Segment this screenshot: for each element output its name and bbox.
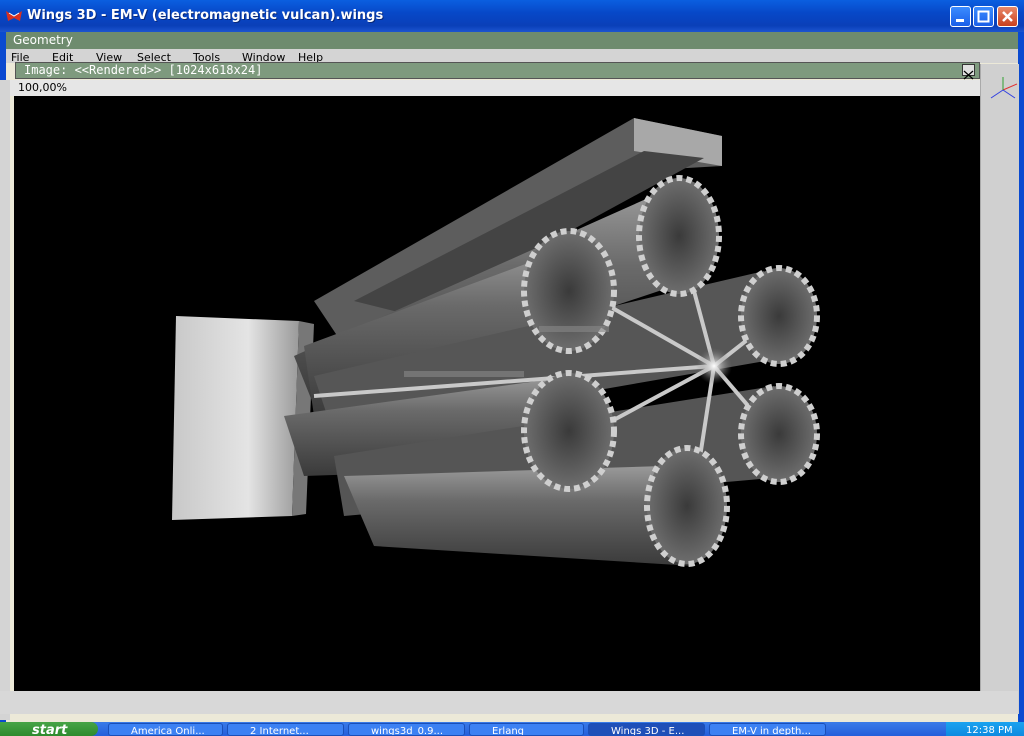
task-em-v-in-depth[interactable]: EM-V in depth... — [709, 723, 826, 736]
geometry-window-title: Geometry — [6, 32, 1018, 49]
maximize-button[interactable] — [973, 6, 994, 27]
task-erlang[interactable]: Erlang — [469, 723, 584, 736]
minimize-icon — [956, 19, 964, 22]
task-america-online[interactable]: America Onli... — [108, 723, 223, 736]
rendered-image — [14, 96, 980, 691]
geometry-viewport-edge[interactable] — [980, 64, 1019, 714]
geometry-left-strip — [0, 80, 10, 720]
minimize-button[interactable] — [950, 6, 971, 27]
taskbar: start America Onli... 2 Internet... wing… — [0, 722, 1024, 736]
status-bar — [0, 691, 1018, 714]
image-window-close-button[interactable] — [962, 64, 975, 80]
image-zoom-bar: 100,00% — [10, 80, 980, 96]
close-button[interactable] — [997, 6, 1018, 27]
zoom-level: 100,00% — [18, 81, 67, 94]
wings3d-app-icon — [6, 11, 22, 21]
task-wings3d[interactable]: Wings 3D - E... — [588, 723, 705, 736]
rendered-weapon-image — [172, 118, 820, 567]
start-button[interactable]: start — [0, 722, 98, 736]
axis-gizmo-icon — [990, 77, 1018, 99]
menu-bar: File Edit View Select Tools Window Help — [6, 49, 1018, 63]
close-icon — [1002, 11, 1013, 22]
window-title: Wings 3D - EM-V (electromagnetic vulcan)… — [27, 8, 384, 23]
maximize-icon — [977, 10, 990, 23]
image-window-title[interactable]: Image: <<Rendered>> [1024x618x24] — [15, 62, 980, 79]
task-internet[interactable]: 2 Internet... — [227, 723, 344, 736]
task-wings3d-folder[interactable]: wings3d_0.9... — [348, 723, 465, 736]
system-tray-clock[interactable]: 12:38 PM — [946, 722, 1024, 736]
close-icon — [963, 70, 974, 80]
